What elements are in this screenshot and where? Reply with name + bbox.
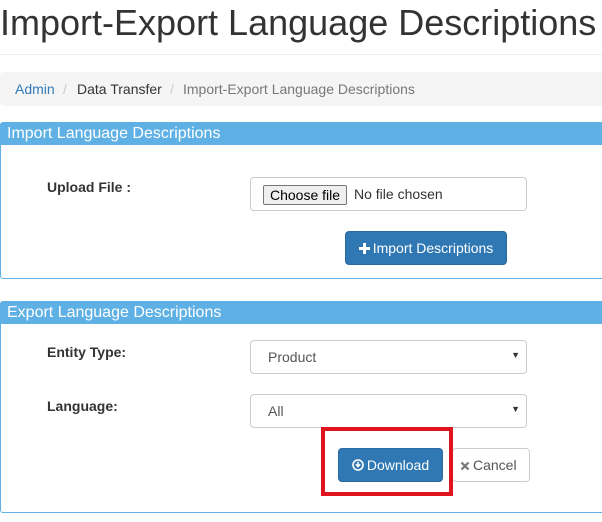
page-title: Import-Export Language Descriptions: [0, 2, 597, 43]
annotation-highlight-box: [321, 427, 453, 496]
breadcrumb-separator: /: [63, 81, 67, 97]
import-panel-heading: Import Language Descriptions: [1, 123, 602, 145]
breadcrumb-admin[interactable]: Admin: [15, 72, 55, 106]
breadcrumb-separator: /: [170, 81, 174, 97]
import-descriptions-button[interactable]: Import Descriptions: [345, 231, 507, 265]
chevron-down-icon: ▼: [511, 350, 520, 360]
no-file-chosen-text: No file chosen: [354, 186, 443, 202]
language-label: Language:: [47, 398, 118, 414]
entity-type-value: Product: [268, 349, 317, 365]
choose-file-button[interactable]: Choose file: [263, 185, 348, 205]
import-panel: Import Language Descriptions Upload File…: [0, 122, 602, 279]
close-icon: [460, 461, 470, 471]
plus-icon: [358, 243, 370, 254]
cancel-button[interactable]: Cancel: [452, 448, 530, 482]
cancel-label: Cancel: [473, 457, 517, 473]
upload-file-label: Upload File :: [47, 179, 131, 195]
language-select[interactable]: All ▼: [250, 394, 527, 428]
title-divider: [0, 54, 602, 55]
import-descriptions-label: Import Descriptions: [372, 240, 494, 256]
language-value: All: [268, 403, 284, 419]
upload-file-input[interactable]: Choose file No file chosen: [250, 177, 527, 211]
export-panel: Export Language Descriptions Entity Type…: [0, 301, 602, 513]
entity-type-select[interactable]: Product ▼: [250, 340, 527, 374]
export-panel-heading: Export Language Descriptions: [1, 302, 602, 324]
breadcrumb-data-transfer[interactable]: Data Transfer: [77, 72, 162, 106]
breadcrumb: Admin / Data Transfer / Import-Export La…: [0, 72, 602, 106]
entity-type-label: Entity Type:: [47, 344, 127, 360]
chevron-down-icon: ▼: [511, 404, 520, 414]
breadcrumb-current: Import-Export Language Descriptions: [183, 81, 415, 97]
